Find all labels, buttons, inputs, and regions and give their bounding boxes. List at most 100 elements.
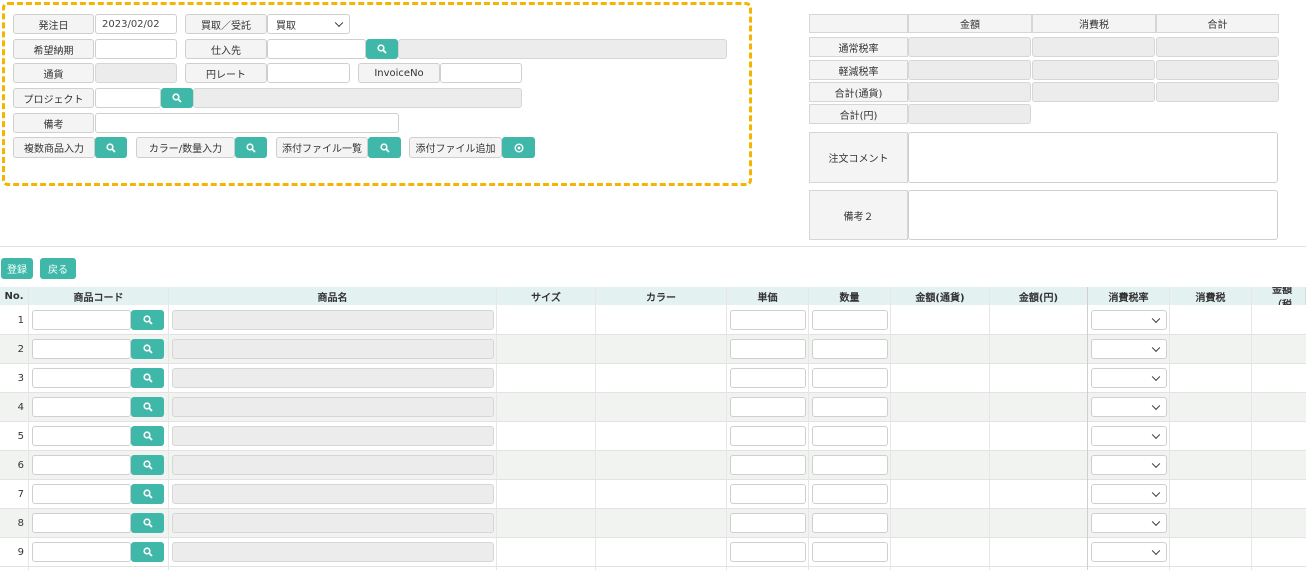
product-name-display (172, 484, 494, 504)
quantity-input[interactable] (812, 339, 888, 359)
attach-list-button[interactable] (368, 137, 401, 158)
chevron-down-icon (1151, 488, 1161, 498)
normal-total (1156, 37, 1279, 57)
col-sep (28, 287, 29, 570)
product-code-input[interactable] (32, 397, 131, 417)
table-row: 4 (0, 393, 1306, 422)
unit-price-input[interactable] (730, 310, 806, 330)
unit-price-input[interactable] (730, 513, 806, 533)
quantity-input[interactable] (812, 455, 888, 475)
type-select[interactable]: 買取 (267, 14, 350, 34)
unit-price-input[interactable] (730, 426, 806, 446)
col-size: サイズ (497, 287, 596, 305)
product-code-input[interactable] (32, 484, 131, 504)
tax-rate-select[interactable] (1091, 368, 1167, 388)
product-search-button[interactable] (131, 542, 164, 562)
section-divider (0, 246, 1306, 247)
multi-product-button[interactable] (95, 137, 127, 158)
product-code-input[interactable] (32, 542, 131, 562)
product-search-button[interactable] (131, 513, 164, 533)
order-comment-textarea[interactable] (908, 132, 1278, 183)
col-sep (1087, 287, 1088, 570)
supplier-code-input[interactable] (267, 39, 366, 59)
col-no: No. (0, 287, 29, 305)
quantity-input[interactable] (812, 426, 888, 446)
project-name-display (193, 88, 522, 108)
chevron-down-icon (1151, 517, 1161, 527)
attach-add-button[interactable] (502, 137, 535, 158)
product-code-input[interactable] (32, 339, 131, 359)
product-search-button[interactable] (131, 397, 164, 417)
remarks2-textarea[interactable] (908, 190, 1278, 240)
col-amount-incl-tax: 金額（税 (1252, 287, 1306, 305)
product-code-input[interactable] (32, 426, 131, 446)
yen-rate-label: 円レート (185, 63, 267, 83)
product-code-input[interactable] (32, 455, 131, 475)
product-search-button[interactable] (131, 484, 164, 504)
unit-price-input[interactable] (730, 542, 806, 562)
product-search-button[interactable] (131, 426, 164, 446)
project-search-button[interactable] (161, 88, 193, 108)
quantity-input[interactable] (812, 310, 888, 330)
desired-delivery-input[interactable] (95, 39, 177, 59)
quantity-input[interactable] (812, 484, 888, 504)
project-code-input[interactable] (95, 88, 161, 108)
col-product-name: 商品名 (169, 287, 497, 305)
quantity-input[interactable] (812, 397, 888, 417)
currency-display (95, 63, 177, 83)
search-icon (142, 489, 153, 499)
product-code-input[interactable] (32, 310, 131, 330)
back-button[interactable]: 戻る (40, 258, 76, 279)
product-search-button[interactable] (131, 310, 164, 330)
col-color: カラー (596, 287, 727, 305)
tax-rate-select[interactable] (1091, 310, 1167, 330)
quantity-input[interactable] (812, 513, 888, 533)
col-sep (1169, 287, 1170, 570)
quantity-input[interactable] (812, 368, 888, 388)
reduced-tax (1032, 60, 1155, 80)
order-date-input[interactable]: 2023/02/02 (95, 14, 177, 34)
search-icon (142, 518, 153, 528)
product-code-input[interactable] (32, 368, 131, 388)
unit-price-input[interactable] (730, 339, 806, 359)
supplier-search-button[interactable] (366, 39, 398, 59)
search-icon (142, 402, 153, 412)
unit-price-input[interactable] (730, 368, 806, 388)
remarks-input[interactable] (95, 113, 399, 133)
tax-rate-select[interactable] (1091, 397, 1167, 417)
unit-price-input[interactable] (730, 397, 806, 417)
product-search-button[interactable] (131, 368, 164, 388)
quantity-input[interactable] (812, 542, 888, 562)
search-icon (142, 547, 153, 557)
color-qty-button[interactable] (235, 137, 267, 158)
col-tax-rate: 消費税率 (1088, 287, 1170, 305)
tax-rate-select[interactable] (1091, 513, 1167, 533)
summary-col-total: 合計 (1156, 14, 1279, 33)
product-code-input[interactable] (32, 513, 131, 533)
remarks2-label: 備考２ (809, 190, 908, 240)
product-name-display (172, 310, 494, 330)
product-name-display (172, 368, 494, 388)
normal-amount (908, 37, 1031, 57)
tax-rate-select[interactable] (1091, 484, 1167, 504)
register-button[interactable]: 登録 (1, 258, 33, 279)
unit-price-input[interactable] (730, 484, 806, 504)
search-icon (172, 93, 182, 103)
product-name-display (172, 513, 494, 533)
tax-rate-select[interactable] (1091, 339, 1167, 359)
attach-list-label: 添付ファイル一覧 (276, 137, 368, 158)
tax-rate-select[interactable] (1091, 426, 1167, 446)
tax-rate-select[interactable] (1091, 455, 1167, 475)
table-row: 8 (0, 509, 1306, 538)
invoice-input[interactable] (440, 63, 522, 83)
summary-col-tax: 消費税 (1032, 14, 1156, 33)
search-icon (377, 44, 387, 54)
product-search-button[interactable] (131, 455, 164, 475)
row-number: 4 (17, 402, 24, 413)
unit-price-input[interactable] (730, 455, 806, 475)
tax-rate-select[interactable] (1091, 542, 1167, 562)
total-yen-amount (908, 104, 1031, 124)
yen-rate-input[interactable] (267, 63, 350, 83)
product-search-button[interactable] (131, 339, 164, 359)
chevron-down-icon (1151, 546, 1161, 556)
